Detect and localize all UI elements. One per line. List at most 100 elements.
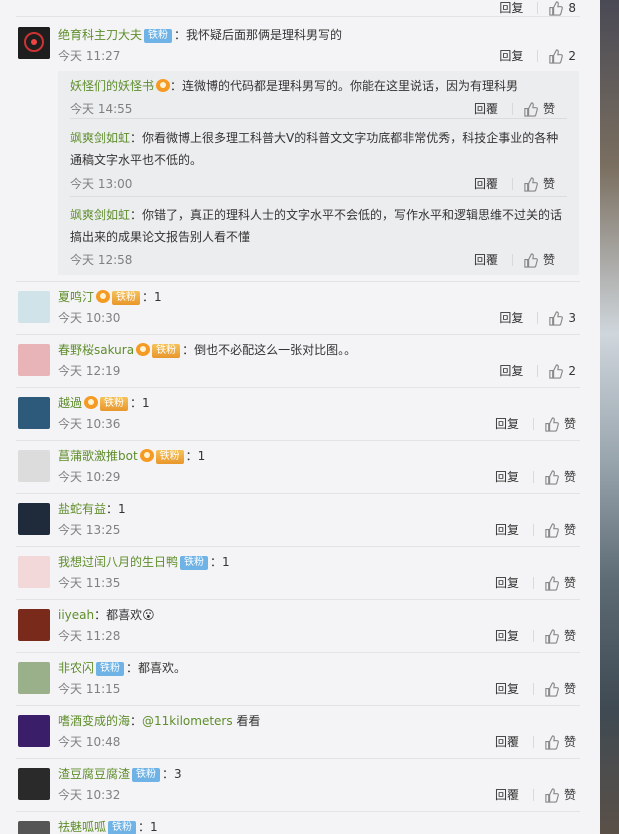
reply-button[interactable]: 回复 [499,310,523,326]
avatar[interactable] [18,609,50,641]
comment-item: 盐蛇有益：1 今天 13:25 回复 赞 [16,501,580,547]
like-button[interactable]: 2 [548,48,576,64]
avatar[interactable] [18,450,50,482]
avatar[interactable] [18,662,50,694]
like-count: 赞 [563,682,576,696]
like-button[interactable]: 赞 [523,176,555,192]
like-button[interactable]: 赞 [544,522,576,538]
thumbs-up-icon [545,575,559,591]
like-button[interactable]: 赞 [544,575,576,591]
comment-time: 今天 11:28 [58,629,121,643]
like-button[interactable]: 2 [548,363,576,379]
comment-time: 今天 10:48 [58,735,121,749]
commenter-name[interactable]: 渣豆腐豆腐渣 [58,767,130,781]
like-label: 赞 [542,177,555,191]
divider [537,365,539,377]
reply-button[interactable]: 回复 [499,48,523,64]
thumbs-up-icon [524,252,538,268]
like-count: 赞 [563,470,576,484]
reply-button[interactable]: 回覆 [474,176,498,192]
vip-icon [84,396,99,409]
commenter-name[interactable]: 菖蒲歌激推bot [58,449,138,463]
comment-actions: 回复 8 [499,0,576,16]
thumbs-up-icon [545,734,559,750]
like-button[interactable]: 赞 [523,252,555,268]
avatar[interactable] [18,768,50,800]
comment-text: ：都喜欢😮 [94,608,155,622]
comment-text: ：1 [106,502,126,516]
reply-button[interactable]: 回覆 [495,787,519,803]
comment-item: 非农闪 铁粉 ：都喜欢。 今天 11:15 回复 赞 [16,660,580,706]
comment-text-line: 我想过闰八月的生日鸭 铁粉 ：1 [58,554,230,570]
commenter-name[interactable]: 盐蛇有益 [58,502,106,516]
reply-actions: 回覆 赞 [474,176,555,192]
reply-button[interactable]: 回复 [495,575,519,591]
comment-item: 越過 铁粉 ：1 今天 10:36 回复 赞 [16,395,580,441]
comment-actions: 回复 2 [499,48,576,64]
avatar[interactable] [18,821,50,834]
commenter-name[interactable]: 春野桜sakura [58,343,134,357]
divider [532,683,534,695]
comment-actions: 回复 赞 [495,628,576,644]
comment-text-line: 嗜酒变成的海：@11kilometers 看看 [58,713,260,729]
comment-item: iiyeah：都喜欢😮 今天 11:28 回复 赞 [16,607,580,653]
commenter-name[interactable]: 嗜酒变成的海 [58,714,130,728]
like-button[interactable]: 8 [548,0,576,16]
reply-button[interactable]: 回覆 [495,734,519,750]
like-button[interactable]: 赞 [544,681,576,697]
avatar[interactable] [18,715,50,747]
fan-badge: 铁粉 [100,397,129,411]
like-button[interactable]: 赞 [523,101,555,117]
commenter-name[interactable]: 夏鸣汀 [58,290,94,304]
comment-text: ：3 [162,767,182,781]
reply-time: 今天 12:58 [70,253,133,267]
reply-button[interactable]: 回复 [499,363,523,379]
commenter-name[interactable]: 飒爽剑如虹 [70,131,130,145]
thumbs-up-icon [545,681,559,697]
commenter-name[interactable]: 妖怪们的妖怪书 [70,79,154,93]
thumbs-up-icon [545,787,559,803]
avatar[interactable] [18,291,50,323]
reply-text-line: 飒爽剑如虹：你看微博上很多理工科普大V的科普文文字功底都非常优秀，科技企事业的各… [70,127,567,171]
reply-button[interactable]: 回复 [499,0,523,16]
comment-time: 今天 12:19 [58,364,121,378]
comment-text-line: 祛魅呱呱 铁粉 ：1 [58,819,158,834]
mention-link[interactable]: @11kilometers [142,714,233,728]
divider [511,254,513,266]
commenter-name[interactable]: 我想过闰八月的生日鸭 [58,555,178,569]
comment-item: 菖蒲歌激推bot 铁粉 ：1 今天 10:29 回复 赞 [16,448,580,494]
avatar[interactable] [18,503,50,535]
comment-partial: 回复 8 [16,0,580,17]
reply-button[interactable]: 回复 [495,628,519,644]
like-count: 赞 [563,417,576,431]
reply-button[interactable]: 回覆 [474,252,498,268]
comment-text-line: iiyeah：都喜欢😮 [58,607,155,623]
avatar[interactable] [18,397,50,429]
like-button[interactable]: 赞 [544,416,576,432]
thumbs-up-icon [524,176,538,192]
like-button[interactable]: 赞 [544,734,576,750]
reply-button[interactable]: 回覆 [474,101,498,117]
like-button[interactable]: 赞 [544,628,576,644]
like-button[interactable]: 赞 [544,469,576,485]
avatar[interactable] [18,27,50,59]
reply-button[interactable]: 回复 [495,522,519,538]
reply-button[interactable]: 回复 [495,469,519,485]
commenter-name[interactable]: 绝育科主刀大夫 [58,28,142,42]
comment-time: 今天 13:25 [58,523,121,537]
comment-time: 今天 11:15 [58,682,121,696]
avatar[interactable] [18,344,50,376]
comment-time: 今天 10:32 [58,788,121,802]
commenter-name[interactable]: 非农闪 [58,661,94,675]
reply-button[interactable]: 回复 [495,416,519,432]
commenter-name[interactable]: iiyeah [58,608,94,622]
like-button[interactable]: 赞 [544,787,576,803]
thumbs-up-icon [549,363,564,379]
commenter-name[interactable]: 飒爽剑如虹 [70,208,130,222]
reply-button[interactable]: 回复 [495,681,519,697]
like-button[interactable]: 3 [548,310,576,326]
commenter-name[interactable]: 祛魅呱呱 [58,820,106,834]
avatar[interactable] [18,556,50,588]
commenter-name[interactable]: 越過 [58,396,82,410]
divider [532,789,534,801]
